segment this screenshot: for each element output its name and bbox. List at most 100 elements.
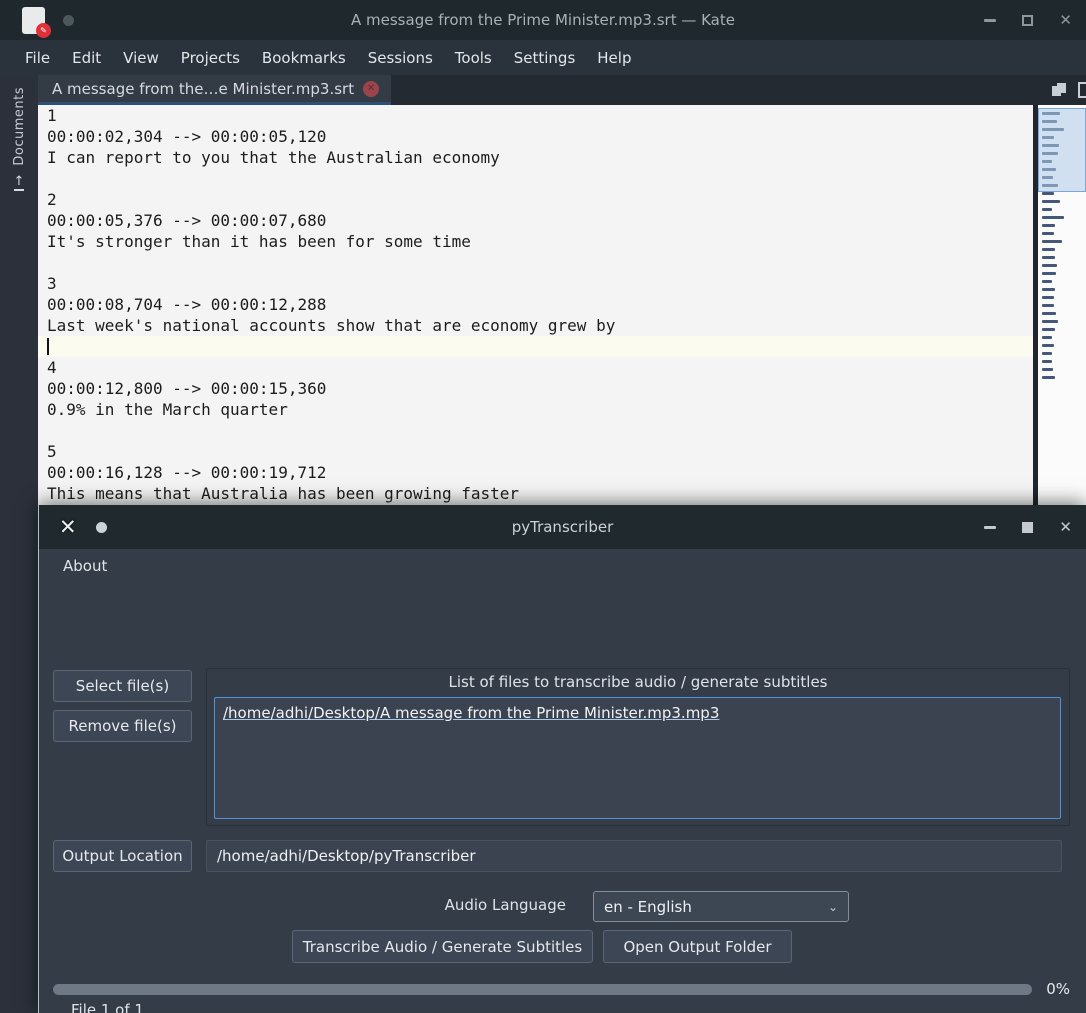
minimap-line bbox=[1042, 272, 1056, 275]
desktop: ✎ A message from the Prime Minister.mp3.… bbox=[0, 0, 1086, 1013]
minimap-line bbox=[1042, 352, 1052, 355]
minimap-line bbox=[1042, 344, 1054, 347]
kate-minimize-button[interactable] bbox=[984, 18, 997, 22]
sidebar-tab-documents[interactable]: Documents ↑ bbox=[12, 87, 27, 191]
minimap-line bbox=[1042, 192, 1054, 195]
minimap-line bbox=[1042, 336, 1052, 339]
file-list-item[interactable]: /home/adhi/Desktop/A message from the Pr… bbox=[223, 704, 1052, 722]
menu-item-file[interactable]: File bbox=[14, 43, 61, 73]
pytranscriber-titlebar: ✕ pyTranscriber ✕ bbox=[39, 505, 1086, 549]
minimap-line bbox=[1042, 280, 1052, 283]
minimap-line bbox=[1042, 208, 1052, 211]
minimap-line bbox=[1042, 368, 1053, 371]
editor-line: 00:00:12,800 --> 00:00:15,360 bbox=[47, 379, 327, 398]
menu-item-settings[interactable]: Settings bbox=[503, 43, 587, 73]
kate-titlebar-dot-icon bbox=[63, 14, 74, 26]
editor-line: 00:00:02,304 --> 00:00:05,120 bbox=[47, 127, 327, 146]
pencil-icon: ✎ bbox=[36, 22, 51, 38]
open-output-folder-button[interactable]: Open Output Folder bbox=[603, 930, 792, 963]
minimap-line bbox=[1042, 288, 1055, 291]
menu-item-tools[interactable]: Tools bbox=[444, 43, 503, 73]
chevron-down-icon: ⌄ bbox=[827, 899, 838, 914]
minimap-line bbox=[1042, 296, 1054, 299]
menu-item-view[interactable]: View bbox=[112, 43, 170, 73]
pytranscriber-window: ✕ pyTranscriber ✕ About Select file(s) R… bbox=[38, 505, 1086, 1013]
output-path-field[interactable]: /home/adhi/Desktop/pyTranscriber bbox=[206, 840, 1062, 872]
minimap-line bbox=[1042, 232, 1054, 235]
minimap-visible-region[interactable] bbox=[1038, 108, 1086, 192]
file-list-group-title: List of files to transcribe audio / gene… bbox=[448, 673, 828, 691]
minimap-line bbox=[1042, 256, 1055, 259]
output-location-button[interactable]: Output Location bbox=[53, 840, 192, 872]
minimap-line bbox=[1042, 216, 1064, 219]
pytranscriber-titlebar-dot-icon bbox=[95, 521, 107, 533]
editor-line: 5 bbox=[47, 442, 57, 461]
editor-line: 3 bbox=[47, 274, 57, 293]
documents-panel-icon: ↑ bbox=[13, 173, 25, 191]
menu-item-edit[interactable]: Edit bbox=[61, 43, 112, 73]
pytranscriber-window-title: pyTranscriber bbox=[511, 518, 614, 536]
tab-close-icon[interactable]: ✕ bbox=[363, 80, 380, 97]
documents-label: Documents bbox=[11, 87, 27, 166]
transcribe-button[interactable]: Transcribe Audio / Generate Subtitles bbox=[292, 930, 593, 963]
minimap-line bbox=[1042, 264, 1057, 267]
pytranscriber-app-icon: ✕ bbox=[59, 514, 77, 539]
pytranscriber-minimize-button[interactable] bbox=[984, 525, 997, 529]
editor-line: 2 bbox=[47, 190, 57, 209]
menu-item-help[interactable]: Help bbox=[586, 43, 642, 73]
menu-item-about[interactable]: About bbox=[54, 552, 116, 580]
editor-line: 00:00:08,704 --> 00:00:12,288 bbox=[47, 295, 327, 314]
kate-maximize-button[interactable] bbox=[1022, 14, 1034, 26]
kate-close-button[interactable]: ✕ bbox=[1059, 12, 1072, 28]
minimap-line bbox=[1042, 376, 1055, 379]
menu-item-projects[interactable]: Projects bbox=[170, 43, 251, 73]
audio-language-select[interactable]: en - English ⌄ bbox=[593, 891, 849, 922]
progress-bar bbox=[53, 984, 1032, 995]
editor-line bbox=[38, 336, 1033, 357]
minimap-line bbox=[1042, 320, 1058, 323]
editor-line: 00:00:05,376 --> 00:00:07,680 bbox=[47, 211, 327, 230]
pytranscriber-menubar: About bbox=[39, 549, 1086, 583]
document-tab-label: A message from the…e Minister.mp3.srt bbox=[52, 79, 355, 98]
minimap-line bbox=[1042, 200, 1060, 203]
audio-language-value: en - English bbox=[604, 897, 692, 916]
file-counter: File 1 of 1 bbox=[71, 1001, 144, 1013]
split-view-icon[interactable] bbox=[1078, 82, 1086, 98]
kate-window-title: A message from the Prime Minister.mp3.sr… bbox=[351, 11, 735, 29]
remove-files-button[interactable]: Remove file(s) bbox=[53, 710, 192, 742]
minimap-line bbox=[1042, 328, 1055, 331]
editor-line: 0.9% in the March quarter bbox=[47, 400, 288, 419]
document-tab[interactable]: A message from the…e Minister.mp3.srt ✕ bbox=[38, 75, 392, 105]
kate-left-sidebar: Documents ↑ bbox=[0, 75, 38, 1013]
minimap-line bbox=[1042, 312, 1056, 315]
editor-line: I can report to you that the Australian … bbox=[47, 148, 500, 167]
editor-line: This means that Australia has been growi… bbox=[47, 484, 520, 503]
minimap-line bbox=[1042, 224, 1055, 227]
editor-line: 4 bbox=[47, 358, 57, 377]
audio-language-label: Audio Language bbox=[444, 896, 566, 914]
menu-item-sessions[interactable]: Sessions bbox=[357, 43, 444, 73]
kate-app-icon: ✎ bbox=[22, 6, 51, 38]
editor-line: Last week's national accounts show that … bbox=[47, 316, 616, 335]
pytranscriber-close-button[interactable]: ✕ bbox=[1059, 519, 1072, 535]
minimap-line bbox=[1042, 240, 1062, 243]
minimap-line bbox=[1042, 248, 1055, 251]
minimap-line bbox=[1042, 360, 1052, 363]
kate-titlebar: ✎ A message from the Prime Minister.mp3.… bbox=[0, 0, 1086, 40]
pytranscriber-maximize-button[interactable] bbox=[1022, 521, 1034, 533]
editor-line: It's stronger than it has been for some … bbox=[47, 232, 471, 251]
kate-tabbar: A message from the…e Minister.mp3.srt ✕ bbox=[38, 75, 1086, 105]
file-list[interactable]: /home/adhi/Desktop/A message from the Pr… bbox=[214, 697, 1061, 819]
duplicate-document-icon[interactable] bbox=[1052, 83, 1068, 97]
progress-percent: 0% bbox=[1046, 980, 1070, 998]
pytranscriber-body: Select file(s) Remove file(s) List of fi… bbox=[39, 583, 1086, 1013]
kate-menubar: File Edit View Projects Bookmarks Sessions Too… bbox=[0, 40, 1086, 75]
text-cursor bbox=[47, 337, 49, 355]
file-list-groupbox: List of files to transcribe audio / gene… bbox=[206, 668, 1070, 826]
editor-line: 1 bbox=[47, 106, 57, 125]
menu-item-bookmarks[interactable]: Bookmarks bbox=[251, 43, 357, 73]
select-files-button[interactable]: Select file(s) bbox=[53, 670, 192, 702]
